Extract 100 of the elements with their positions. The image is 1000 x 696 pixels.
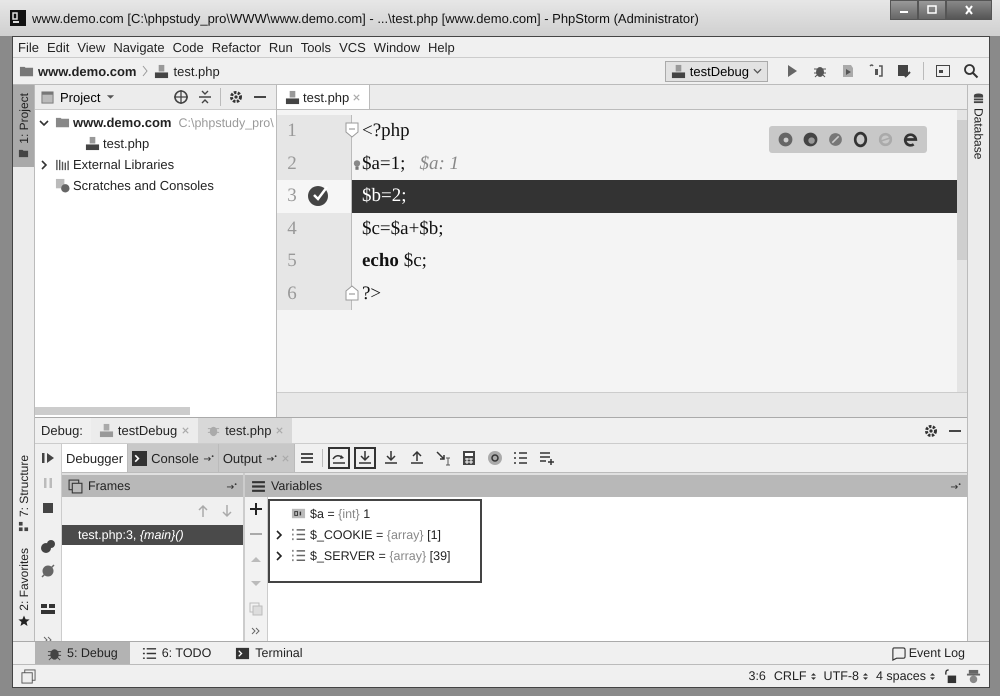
minimize-button[interactable] bbox=[890, 0, 918, 20]
show-execution-button[interactable] bbox=[328, 447, 350, 469]
variable-entry[interactable]: $_SERVER = {array} [39] bbox=[310, 548, 450, 562]
fold-marker-icon[interactable] bbox=[345, 284, 359, 300]
menu-item[interactable]: Run bbox=[268, 40, 293, 54]
frame-item[interactable]: test.php:3, {main}() bbox=[62, 525, 243, 545]
number-icon bbox=[291, 506, 306, 521]
coverage-icon[interactable] bbox=[840, 63, 856, 79]
menu-item[interactable]: File bbox=[18, 40, 39, 54]
debug-tab[interactable]: Output bbox=[218, 444, 295, 472]
tree-item[interactable]: External Libraries bbox=[73, 157, 174, 172]
menu-item[interactable]: Refactor bbox=[212, 40, 261, 54]
menu-item[interactable]: Navigate bbox=[113, 40, 165, 54]
inspector-icon[interactable] bbox=[966, 668, 981, 684]
step-over-button[interactable] bbox=[354, 447, 376, 469]
edit-icon[interactable] bbox=[896, 63, 912, 79]
mute-breakpoints-icon[interactable] bbox=[40, 563, 56, 579]
chevron-icon bbox=[142, 65, 148, 77]
debug-tab[interactable]: Console bbox=[128, 444, 219, 472]
stop-icon[interactable] bbox=[40, 500, 56, 516]
session-tab[interactable]: testDebug bbox=[90, 418, 198, 443]
status-item[interactable]: CRLF bbox=[774, 669, 816, 683]
breadcrumb-item[interactable]: www.demo.com bbox=[38, 64, 136, 78]
event-log-button[interactable]: Event Log bbox=[890, 642, 989, 664]
status-item[interactable]: 3:6 bbox=[748, 669, 766, 683]
project-view-dropdown[interactable]: Project bbox=[41, 90, 116, 104]
database-icon bbox=[973, 93, 984, 104]
menu-item[interactable]: View bbox=[77, 40, 106, 54]
line-number: 5 bbox=[286, 250, 298, 272]
line-number: 3 bbox=[286, 185, 298, 208]
tool-window-tab[interactable]: Terminal bbox=[223, 642, 315, 664]
folder-icon bbox=[55, 115, 70, 130]
console-icon bbox=[132, 450, 148, 466]
tree-item[interactable]: www.demo.com bbox=[73, 115, 172, 130]
pin-icon[interactable] bbox=[266, 454, 277, 462]
locate-icon[interactable] bbox=[173, 89, 189, 105]
search-icon[interactable] bbox=[963, 63, 979, 79]
status-item[interactable]: 4 spaces bbox=[876, 669, 935, 683]
tool-window-tab[interactable]: 6: TODO bbox=[130, 642, 224, 664]
watch-icon bbox=[486, 450, 503, 466]
pin-icon[interactable] bbox=[202, 454, 214, 462]
settings-icon[interactable] bbox=[228, 89, 244, 105]
variable-entry[interactable]: $a = {int} 1 bbox=[310, 506, 370, 520]
maximize-button[interactable] bbox=[918, 0, 946, 20]
calculator-icon bbox=[460, 450, 477, 466]
collapse-icon[interactable] bbox=[197, 89, 213, 105]
panel-icon bbox=[41, 90, 54, 104]
php-file-icon bbox=[154, 64, 170, 78]
scrollbar-thumb[interactable] bbox=[957, 120, 967, 260]
pin-icon[interactable] bbox=[226, 482, 237, 490]
pin-icon[interactable] bbox=[950, 482, 961, 490]
run-configuration-dropdown[interactable]: testDebug bbox=[664, 60, 768, 82]
breakpoints-icon[interactable] bbox=[40, 538, 56, 554]
breakpoint-icon[interactable] bbox=[307, 183, 331, 207]
tool-window-tab[interactable]: 1: Project bbox=[13, 85, 34, 167]
menu-item[interactable]: VCS bbox=[339, 40, 366, 54]
tool-window-tab[interactable]: 5: Debug bbox=[35, 642, 130, 664]
debug-tab[interactable]: Debugger bbox=[62, 444, 128, 472]
window-icon[interactable] bbox=[935, 63, 951, 79]
resume-icon[interactable] bbox=[40, 450, 56, 466]
cursor-arrow-icon bbox=[434, 450, 451, 466]
code-line: $b=2; bbox=[362, 185, 406, 208]
menu-item[interactable]: Code bbox=[172, 40, 204, 54]
scrollbar-thumb[interactable] bbox=[35, 407, 190, 415]
bulb-icon[interactable] bbox=[353, 158, 361, 170]
browser-icon[interactable] bbox=[777, 131, 794, 148]
line-number: 2 bbox=[286, 152, 298, 175]
tree-item[interactable]: test.php bbox=[103, 136, 150, 151]
editor-tab[interactable]: test.php bbox=[277, 85, 370, 109]
tool-window-tab[interactable]: 2: Favorites bbox=[13, 540, 34, 635]
line-number: 4 bbox=[286, 218, 298, 240]
browser-icon[interactable] bbox=[802, 131, 819, 148]
add-icon[interactable] bbox=[248, 501, 264, 517]
fold-marker-icon[interactable] bbox=[345, 122, 359, 138]
settings-icon[interactable] bbox=[923, 422, 939, 438]
layout-icon[interactable] bbox=[40, 601, 56, 617]
frames-list-icon[interactable] bbox=[298, 450, 315, 466]
lock-icon[interactable] bbox=[943, 668, 958, 684]
php-file-icon bbox=[285, 90, 300, 104]
menu-item[interactable]: Tools bbox=[300, 40, 332, 54]
debug-label: Debug: bbox=[41, 423, 83, 438]
scratches-icon bbox=[55, 178, 70, 193]
breadcrumb-item[interactable]: test.php bbox=[173, 64, 220, 78]
browser-icon[interactable] bbox=[902, 131, 919, 148]
tree-item[interactable]: Scratches and Consoles bbox=[73, 178, 214, 193]
panel-title: Variables bbox=[271, 479, 322, 493]
status-item[interactable]: UTF-8 bbox=[824, 669, 868, 683]
tool-window-tab[interactable]: 7: Structure bbox=[13, 447, 34, 540]
close-button[interactable] bbox=[946, 0, 992, 20]
list-icon bbox=[142, 646, 157, 660]
tool-window-tab[interactable]: Database bbox=[968, 85, 989, 168]
menu-item[interactable]: Edit bbox=[46, 40, 70, 54]
menu-item[interactable]: Window bbox=[374, 40, 420, 54]
php-file-icon bbox=[85, 136, 100, 151]
session-tab[interactable]: test.php bbox=[198, 418, 292, 443]
menu-item[interactable]: Help bbox=[428, 40, 455, 54]
browser-icon[interactable] bbox=[852, 131, 869, 148]
more-icon[interactable] bbox=[250, 626, 262, 636]
layout-toggle-icon[interactable] bbox=[21, 668, 36, 684]
variable-entry[interactable]: $_COOKIE = {array} [1] bbox=[310, 528, 441, 542]
